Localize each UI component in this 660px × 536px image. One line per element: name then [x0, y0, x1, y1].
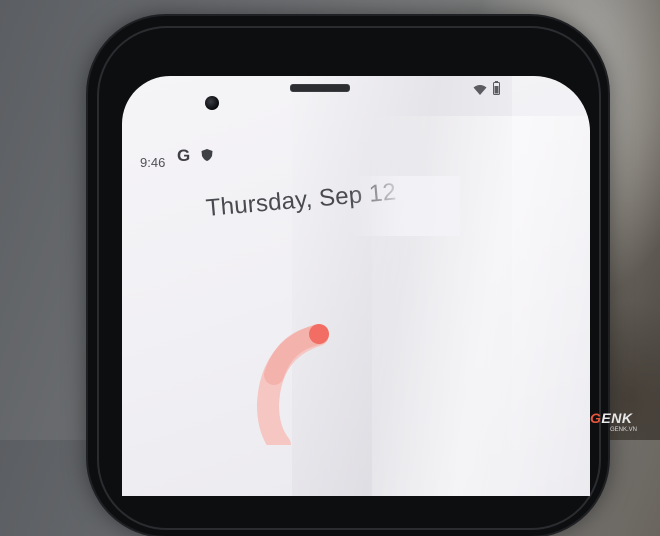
google-icon: G	[177, 146, 191, 165]
wifi-icon	[473, 85, 487, 95]
earpiece-speaker	[290, 84, 350, 92]
front-camera	[205, 96, 219, 110]
shield-icon	[201, 149, 213, 161]
screen-glare	[372, 116, 590, 496]
battery-icon	[493, 81, 500, 95]
status-time: 9:46	[140, 155, 166, 170]
date-glare-fade	[350, 176, 460, 236]
watermark-site: GENK.VN	[610, 427, 638, 433]
squeeze-arc-animation	[256, 324, 329, 445]
watermark-logo: GENK	[590, 410, 633, 426]
